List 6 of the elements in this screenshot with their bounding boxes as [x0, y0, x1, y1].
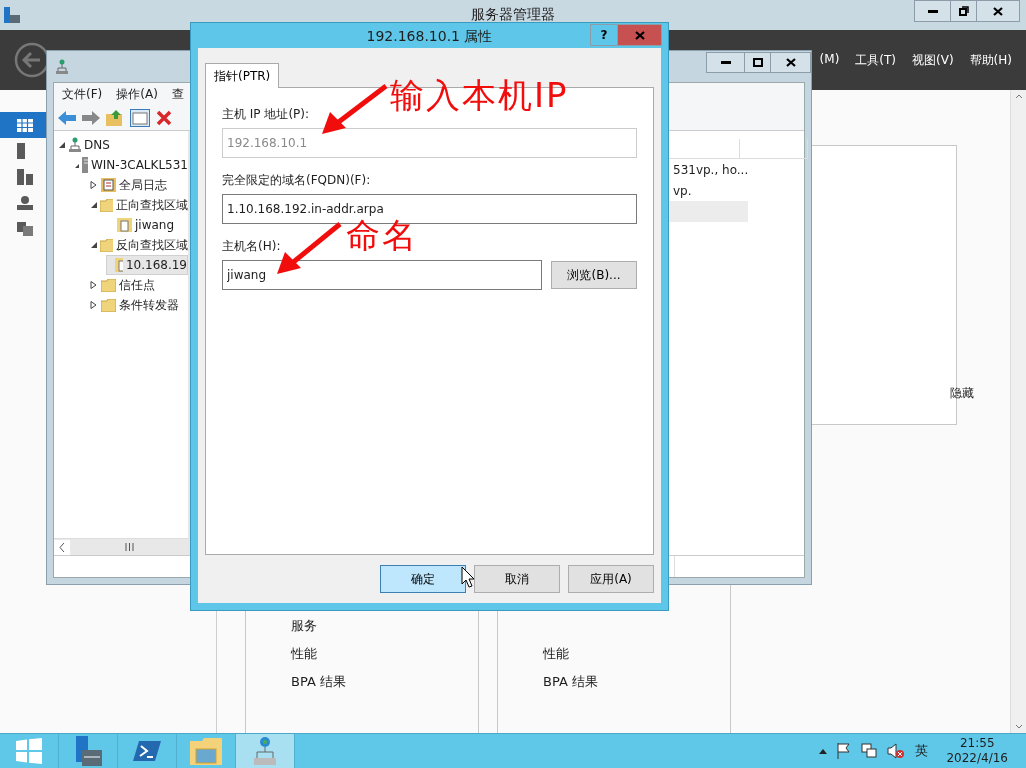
field-label: 完全限定的域名(FQDN)(F):: [222, 172, 372, 189]
field-label: 主机名(H):: [222, 238, 282, 255]
field-label: 主机 IP 地址(P):: [222, 106, 311, 123]
dialog-title: 192.168.10.1 属性: [365, 28, 494, 46]
window-title: 服务器管理器: [470, 6, 556, 24]
annotation-label: 输入本机IP: [390, 78, 569, 112]
